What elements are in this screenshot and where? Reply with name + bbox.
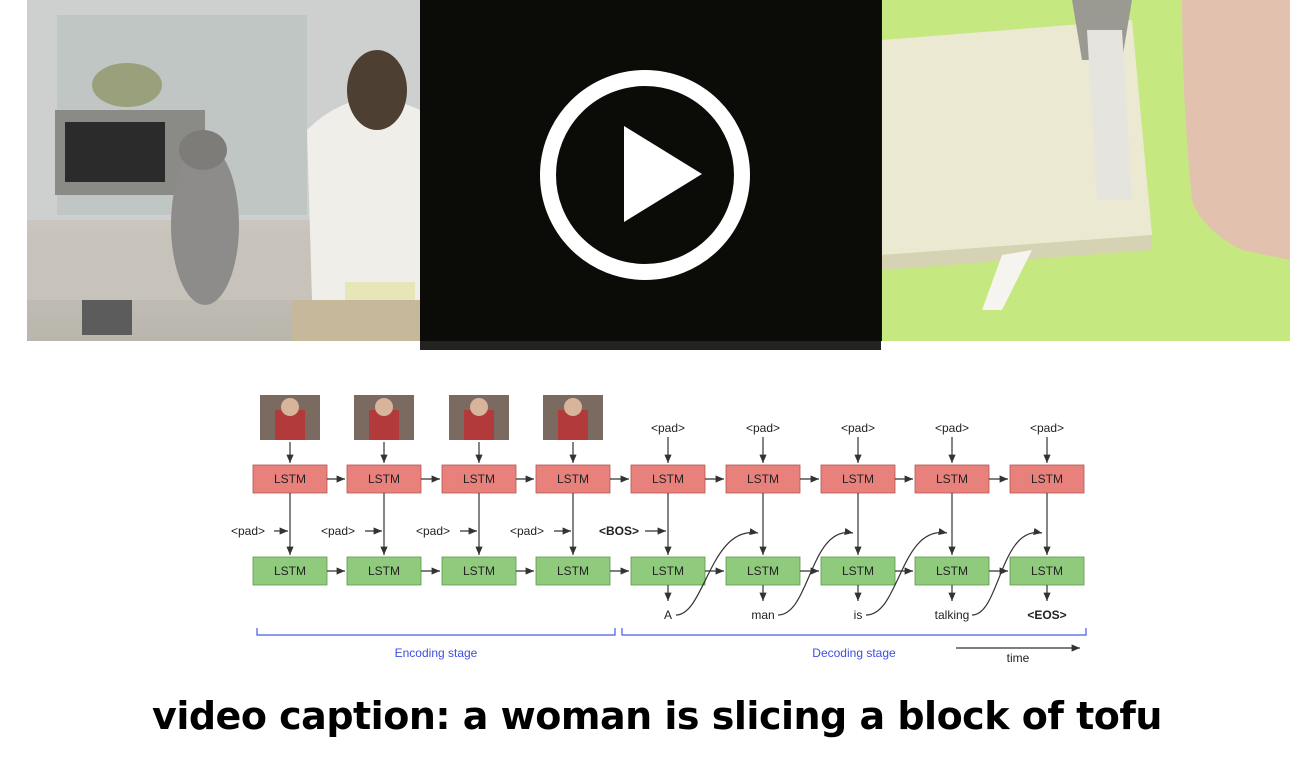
output-word: A [664, 608, 672, 622]
lstm-label: LSTM [463, 472, 495, 486]
output-word: man [751, 608, 774, 622]
lstm-label: LSTM [368, 564, 400, 578]
kitchen-scene-image [27, 0, 420, 341]
lstm-label: LSTM [652, 472, 684, 486]
lstm-label: LSTM [842, 564, 874, 578]
encoder-pad-label: <pad> [416, 524, 450, 538]
encoder-pad-label: <pad> [321, 524, 355, 538]
lstm-label: LSTM [936, 472, 968, 486]
output-word: is [854, 608, 863, 622]
video-caption: video caption: a woman is slicing a bloc… [152, 694, 1162, 738]
lstm-label: LSTM [463, 564, 495, 578]
input-frame-4 [543, 395, 603, 440]
lstm-label: LSTM [557, 472, 589, 486]
lstm-label: LSTM [842, 472, 874, 486]
lstm-label: LSTM [652, 564, 684, 578]
lstm-label: LSTM [368, 472, 400, 486]
input-frame-1 [260, 395, 320, 440]
lstm-label: LSTM [274, 564, 306, 578]
tofu-scene-image [882, 0, 1290, 341]
lstm-label: LSTM [274, 472, 306, 486]
play-icon[interactable] [540, 70, 750, 280]
seq2seq-diagram: <pad> <pad> <pad> <pad> <pad> LSTM LSTM … [210, 385, 1110, 675]
decoder-pad-label: <pad> [651, 421, 685, 435]
play-triangle [624, 126, 702, 222]
play-overlay[interactable] [420, 0, 881, 350]
lstm-label: LSTM [1031, 564, 1063, 578]
encoding-stage-label: Encoding stage [395, 646, 478, 660]
lstm-label: LSTM [747, 564, 779, 578]
tofu-frame [882, 0, 1290, 341]
lstm-label: LSTM [747, 472, 779, 486]
output-word: <EOS> [1027, 608, 1066, 622]
time-label: time [1007, 651, 1030, 665]
kitchen-frame [27, 0, 420, 341]
encoder-pad-label: <pad> [510, 524, 544, 538]
lstm-label: LSTM [936, 564, 968, 578]
input-frame-2 [354, 395, 414, 440]
lstm-label: LSTM [557, 564, 589, 578]
input-frame-3 [449, 395, 509, 440]
encoder-pad-label: <pad> [231, 524, 265, 538]
decoding-stage-label: Decoding stage [812, 646, 896, 660]
output-word: talking [935, 608, 970, 622]
decoder-pad-label: <pad> [841, 421, 875, 435]
decoder-pad-label: <pad> [935, 421, 969, 435]
bos-label: <BOS> [599, 524, 639, 538]
lstm-label: LSTM [1031, 472, 1063, 486]
decoder-pad-label: <pad> [1030, 421, 1064, 435]
decoder-pad-label: <pad> [746, 421, 780, 435]
